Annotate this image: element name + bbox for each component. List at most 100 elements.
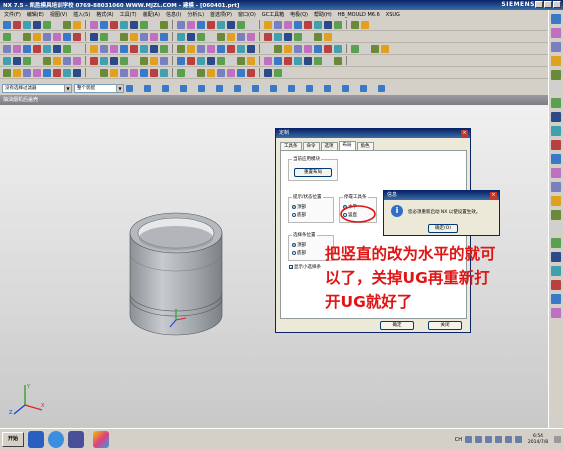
toolbar-tool-icon[interactable] bbox=[324, 44, 332, 53]
toolbar-tool-icon[interactable] bbox=[237, 32, 245, 41]
snap-point-icon[interactable] bbox=[369, 84, 376, 92]
toolbar-tool-icon[interactable] bbox=[150, 56, 158, 65]
snap-point-icon[interactable] bbox=[225, 84, 232, 92]
snap-point-icon[interactable] bbox=[198, 84, 205, 92]
input-language[interactable]: CH bbox=[455, 437, 462, 443]
tray-icon[interactable] bbox=[515, 436, 522, 443]
toolbar-tool-icon[interactable] bbox=[274, 32, 282, 41]
toolbar-tool-icon[interactable] bbox=[120, 32, 128, 41]
resource-bar-icon[interactable] bbox=[551, 140, 561, 150]
toolbar-tool-icon[interactable] bbox=[284, 20, 292, 29]
toolbar-tool-icon[interactable] bbox=[294, 44, 302, 53]
toolbar-tool-icon[interactable] bbox=[13, 44, 21, 53]
resource-bar-icon[interactable] bbox=[551, 126, 561, 136]
toolbar-tool-icon[interactable] bbox=[351, 20, 359, 29]
toolbar-tool-icon[interactable] bbox=[90, 44, 98, 53]
toolbar-tool-icon[interactable] bbox=[63, 68, 71, 77]
snap-point-icon[interactable] bbox=[243, 84, 250, 92]
toolbar-tool-icon[interactable] bbox=[3, 68, 11, 77]
toolbar-tool-icon[interactable] bbox=[294, 32, 302, 41]
toolbar-tool-icon[interactable] bbox=[73, 20, 81, 29]
menu-item[interactable]: 插入(S) bbox=[73, 11, 90, 18]
toolbar-tool-icon[interactable] bbox=[130, 20, 138, 29]
toolbar-tool-icon[interactable] bbox=[53, 56, 61, 65]
maximize-button[interactable] bbox=[544, 1, 552, 8]
taskbar-app-icon[interactable] bbox=[48, 431, 64, 448]
toolbar-tool-icon[interactable] bbox=[43, 44, 51, 53]
resource-bar-icon[interactable] bbox=[551, 294, 561, 304]
menu-item[interactable]: XSUG bbox=[386, 12, 400, 18]
toolbar-tool-icon[interactable] bbox=[197, 44, 205, 53]
menu-item[interactable]: 文件(F) bbox=[4, 11, 21, 18]
tray-icon[interactable] bbox=[475, 436, 482, 443]
toolbar-tool-icon[interactable] bbox=[177, 20, 185, 29]
snap-point-icon[interactable] bbox=[378, 84, 385, 92]
toolbar-tool-icon[interactable] bbox=[324, 20, 332, 29]
toolbar-tool-icon[interactable] bbox=[150, 32, 158, 41]
toolbar-tool-icon[interactable] bbox=[100, 68, 108, 77]
toolbar-tool-icon[interactable] bbox=[13, 32, 21, 41]
toolbar-tool-icon[interactable] bbox=[150, 44, 158, 53]
toolbar-tool-icon[interactable] bbox=[361, 20, 369, 29]
toolbar-tool-icon[interactable] bbox=[110, 68, 118, 77]
snap-point-icon[interactable] bbox=[360, 84, 367, 92]
toolbar-tool-icon[interactable] bbox=[63, 32, 71, 41]
toolbar-tool-icon[interactable] bbox=[3, 32, 11, 41]
toolbar-tool-icon[interactable] bbox=[314, 20, 322, 29]
snap-point-icon[interactable] bbox=[216, 84, 223, 92]
toolbar-tool-icon[interactable] bbox=[63, 56, 71, 65]
toolbar-tool-icon[interactable] bbox=[197, 20, 205, 29]
tray-icon[interactable] bbox=[505, 436, 512, 443]
menu-item[interactable]: GC工具箱 bbox=[262, 11, 284, 18]
toolbar-tool-icon[interactable] bbox=[13, 68, 21, 77]
snap-point-icon[interactable] bbox=[153, 84, 160, 92]
toolbar-tool-icon[interactable] bbox=[264, 20, 272, 29]
toolbar-tool-icon[interactable] bbox=[304, 32, 312, 41]
toolbar-tool-icon[interactable] bbox=[90, 32, 98, 41]
menu-item[interactable]: 帮助(H) bbox=[314, 11, 332, 18]
resource-bar-icon[interactable] bbox=[551, 56, 561, 66]
toolbar-tool-icon[interactable] bbox=[23, 44, 31, 53]
toolbar-tool-icon[interactable] bbox=[90, 20, 98, 29]
resource-bar-icon[interactable] bbox=[551, 14, 561, 24]
toolbar-tool-icon[interactable] bbox=[13, 20, 21, 29]
snap-point-icon[interactable] bbox=[162, 84, 169, 92]
resource-bar-icon[interactable] bbox=[551, 42, 561, 52]
toolbar-tool-icon[interactable] bbox=[247, 32, 255, 41]
toolbar-tool-icon[interactable] bbox=[63, 44, 71, 53]
toolbar-tool-icon[interactable] bbox=[43, 32, 51, 41]
toolbar-tool-icon[interactable] bbox=[100, 56, 108, 65]
resource-bar-icon[interactable] bbox=[551, 182, 561, 192]
toolbar-tool-icon[interactable] bbox=[73, 32, 81, 41]
menu-item[interactable]: 分析(L) bbox=[187, 11, 204, 18]
toolbar-tool-icon[interactable] bbox=[13, 56, 21, 65]
resource-bar-icon[interactable] bbox=[551, 210, 561, 220]
snap-point-icon[interactable] bbox=[279, 84, 286, 92]
resource-bar-icon[interactable] bbox=[551, 196, 561, 206]
taskbar-app-icon[interactable] bbox=[28, 431, 44, 448]
snap-point-icon[interactable] bbox=[351, 84, 358, 92]
toolbar-tool-icon[interactable] bbox=[227, 20, 235, 29]
resource-bar-icon[interactable] bbox=[551, 238, 561, 248]
nx-app-icon[interactable] bbox=[93, 431, 109, 448]
snap-point-icon[interactable] bbox=[207, 84, 214, 92]
toolbar-tool-icon[interactable] bbox=[207, 68, 215, 77]
toolbar-tool-icon[interactable] bbox=[90, 68, 98, 77]
toolbar-tool-icon[interactable] bbox=[23, 56, 31, 65]
toolbar-tool-icon[interactable] bbox=[100, 44, 108, 53]
resource-bar-icon[interactable] bbox=[551, 252, 561, 262]
toolbar-tool-icon[interactable] bbox=[294, 56, 302, 65]
resource-bar-icon[interactable] bbox=[551, 98, 561, 108]
toolbar-tool-icon[interactable] bbox=[3, 44, 11, 53]
snap-point-icon[interactable] bbox=[252, 84, 259, 92]
toolbar-tool-icon[interactable] bbox=[304, 44, 312, 53]
toolbar-tool-icon[interactable] bbox=[53, 20, 61, 29]
toolbar-tool-icon[interactable] bbox=[197, 32, 205, 41]
selection-filter-dropdown[interactable]: 没有选择过滤器 ▼ bbox=[2, 83, 72, 93]
toolbar-tool-icon[interactable] bbox=[187, 32, 195, 41]
snap-point-icon[interactable] bbox=[324, 84, 331, 92]
tray-icon[interactable] bbox=[465, 436, 472, 443]
snap-point-icon[interactable] bbox=[342, 84, 349, 92]
menu-item[interactable]: 视图(V) bbox=[50, 11, 67, 18]
toolbar-tool-icon[interactable] bbox=[177, 32, 185, 41]
